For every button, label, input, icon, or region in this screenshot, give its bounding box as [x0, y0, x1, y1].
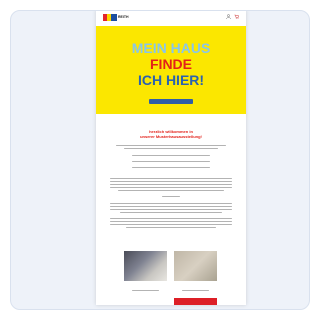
- text-line: [120, 212, 222, 214]
- text-line: [110, 206, 232, 208]
- cart-icon[interactable]: [233, 14, 239, 20]
- text-line: [162, 196, 180, 198]
- card-image-bottom-left[interactable]: [124, 298, 167, 305]
- text-line: [110, 184, 232, 186]
- card-image-interior[interactable]: [174, 251, 217, 281]
- text-line: [132, 161, 210, 163]
- text-line: [132, 167, 210, 169]
- text-line: [110, 224, 232, 226]
- text-line: [110, 218, 232, 220]
- hero-line-3: ICH HIER!: [137, 72, 205, 88]
- preview-frame: REITH MEIN HAUS FINDE ICH HIER! herzlich…: [10, 10, 310, 310]
- promo-card[interactable]: [174, 298, 217, 305]
- website-page[interactable]: REITH MEIN HAUS FINDE ICH HIER! herzlich…: [96, 11, 246, 305]
- card-label-2: [182, 290, 209, 292]
- text-line: [110, 221, 232, 223]
- hero-line-1: MEIN HAUS: [131, 40, 211, 56]
- text-line: [110, 178, 232, 180]
- welcome-heading-line-2: unserer Musterhausausstellung!: [140, 134, 202, 139]
- text-line: [124, 148, 218, 150]
- hero-banner: MEIN HAUS FINDE ICH HIER!: [96, 26, 246, 114]
- text-line: [110, 203, 232, 205]
- text-line: [110, 181, 232, 183]
- welcome-heading: herzlich willkommen in unserer Musterhau…: [96, 129, 246, 139]
- hero-line-2: FINDE: [150, 56, 192, 72]
- hero-cta-button[interactable]: [149, 99, 193, 104]
- text-line: [118, 190, 224, 192]
- text-line: [126, 227, 216, 229]
- text-line: [110, 209, 232, 211]
- card-label-1: [132, 290, 159, 292]
- text-line: [116, 145, 226, 147]
- logo-text: REITH: [118, 15, 129, 19]
- site-logo[interactable]: REITH: [103, 13, 129, 21]
- site-header: REITH: [96, 11, 246, 26]
- logo-mark: [103, 13, 117, 21]
- text-line: [132, 155, 210, 157]
- card-image-planning[interactable]: [124, 251, 167, 281]
- user-icon[interactable]: [225, 14, 231, 20]
- text-line: [110, 187, 232, 189]
